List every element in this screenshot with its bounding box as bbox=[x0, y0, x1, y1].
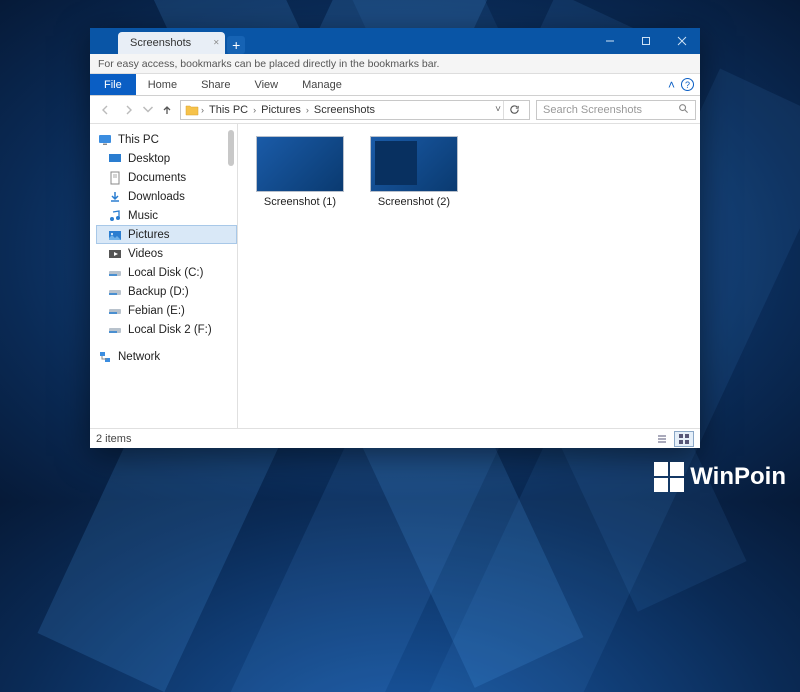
details-view-button[interactable] bbox=[652, 431, 672, 447]
search-icon bbox=[678, 103, 689, 117]
ribbon-file-tab[interactable]: File bbox=[90, 74, 136, 95]
document-icon bbox=[108, 171, 122, 185]
sidebar-item-downloads[interactable]: Downloads bbox=[96, 187, 237, 206]
file-list: Screenshot (1) Screenshot (2) bbox=[238, 124, 700, 428]
thumbnail bbox=[256, 136, 344, 192]
sidebar-item-backup-d[interactable]: Backup (D:) bbox=[96, 282, 237, 301]
sidebar-item-local-disk-2-f[interactable]: Local Disk 2 (F:) bbox=[96, 320, 237, 339]
minimize-icon bbox=[605, 36, 615, 46]
chevron-down-icon[interactable]: ˅ bbox=[495, 104, 501, 115]
breadcrumb-segment[interactable]: This PC bbox=[206, 104, 251, 116]
monitor-icon bbox=[98, 133, 112, 147]
navigation-pane: This PC Desktop Documents Downloads Musi… bbox=[90, 124, 238, 428]
item-count: 2 items bbox=[96, 433, 131, 445]
back-button[interactable] bbox=[94, 99, 116, 121]
up-button[interactable] bbox=[156, 99, 178, 121]
refresh-button[interactable] bbox=[503, 101, 525, 119]
close-icon bbox=[677, 36, 687, 46]
sidebar-item-local-disk-c[interactable]: Local Disk (C:) bbox=[96, 263, 237, 282]
ribbon-tab-view[interactable]: View bbox=[242, 74, 290, 95]
titlebar: Screenshots × + bbox=[90, 28, 700, 54]
network-icon bbox=[98, 350, 112, 364]
sidebar-item-network[interactable]: Network bbox=[96, 347, 237, 366]
minimize-button[interactable] bbox=[592, 28, 628, 54]
ribbon: File Home Share View Manage ˄ ? bbox=[90, 74, 700, 96]
thumbnails-view-button[interactable] bbox=[674, 431, 694, 447]
chevron-right-icon[interactable]: › bbox=[306, 105, 309, 115]
search-input[interactable]: Search Screenshots bbox=[536, 100, 696, 120]
bookmarks-hint: For easy access, bookmarks can be placed… bbox=[98, 58, 439, 70]
status-bar: 2 items bbox=[90, 428, 700, 448]
sidebar-item-documents[interactable]: Documents bbox=[96, 168, 237, 187]
chevron-right-icon[interactable]: › bbox=[201, 105, 204, 115]
desktop-icon bbox=[108, 152, 122, 166]
windows-logo-icon bbox=[654, 462, 684, 492]
disk-icon bbox=[108, 266, 122, 280]
sidebar-item-pictures[interactable]: Pictures bbox=[96, 225, 237, 244]
arrow-right-icon bbox=[123, 104, 135, 116]
forward-button[interactable] bbox=[118, 99, 140, 121]
breadcrumb-segment[interactable]: Screenshots bbox=[311, 104, 378, 116]
browser-tab[interactable]: Screenshots × bbox=[118, 32, 225, 54]
sidebar-item-this-pc[interactable]: This PC bbox=[96, 130, 237, 149]
breadcrumb-segment[interactable]: Pictures bbox=[258, 104, 304, 116]
sidebar-item-music[interactable]: Music bbox=[96, 206, 237, 225]
sidebar-item-febian-e[interactable]: Febian (E:) bbox=[96, 301, 237, 320]
music-icon bbox=[108, 209, 122, 223]
search-placeholder: Search Screenshots bbox=[543, 104, 642, 116]
sidebar-item-desktop[interactable]: Desktop bbox=[96, 149, 237, 168]
scrollbar-thumb[interactable] bbox=[228, 130, 234, 166]
maximize-icon bbox=[641, 36, 651, 46]
file-item[interactable]: Screenshot (1) bbox=[252, 136, 348, 208]
sidebar-item-videos[interactable]: Videos bbox=[96, 244, 237, 263]
file-item[interactable]: Screenshot (2) bbox=[366, 136, 462, 208]
new-tab-button[interactable]: + bbox=[227, 36, 245, 54]
thumbnail bbox=[370, 136, 458, 192]
arrow-left-icon bbox=[99, 104, 111, 116]
thumbnails-view-icon bbox=[678, 433, 690, 445]
disk-icon bbox=[108, 304, 122, 318]
watermark: WinPoin bbox=[654, 462, 786, 492]
close-button[interactable] bbox=[664, 28, 700, 54]
file-label: Screenshot (2) bbox=[366, 196, 462, 208]
explorer-window: Screenshots × + For easy access, bookmar… bbox=[90, 28, 700, 448]
disk-icon bbox=[108, 323, 122, 337]
pictures-icon bbox=[108, 228, 122, 242]
plus-icon: + bbox=[232, 38, 240, 52]
refresh-icon bbox=[509, 104, 520, 115]
ribbon-tab-home[interactable]: Home bbox=[136, 74, 189, 95]
ribbon-tab-share[interactable]: Share bbox=[189, 74, 242, 95]
disk-icon bbox=[108, 285, 122, 299]
close-icon[interactable]: × bbox=[213, 38, 219, 49]
bookmarks-bar: For easy access, bookmarks can be placed… bbox=[90, 54, 700, 74]
videos-icon bbox=[108, 247, 122, 261]
recent-dropdown[interactable] bbox=[142, 99, 154, 121]
breadcrumb[interactable]: › This PC › Pictures › Screenshots ˅ bbox=[180, 100, 530, 120]
folder-icon bbox=[185, 104, 199, 116]
maximize-button[interactable] bbox=[628, 28, 664, 54]
ribbon-tab-manage[interactable]: Manage bbox=[290, 74, 354, 95]
details-view-icon bbox=[656, 433, 668, 445]
file-label: Screenshot (1) bbox=[252, 196, 348, 208]
download-icon bbox=[108, 190, 122, 204]
tab-title: Screenshots bbox=[130, 37, 191, 49]
chevron-down-icon bbox=[142, 104, 154, 116]
chevron-up-icon[interactable]: ˄ bbox=[668, 78, 675, 92]
arrow-up-icon bbox=[161, 104, 173, 116]
help-icon[interactable]: ? bbox=[681, 78, 694, 91]
chevron-right-icon[interactable]: › bbox=[253, 105, 256, 115]
watermark-text: WinPoin bbox=[690, 463, 786, 491]
address-bar: › This PC › Pictures › Screenshots ˅ Sea… bbox=[90, 96, 700, 124]
